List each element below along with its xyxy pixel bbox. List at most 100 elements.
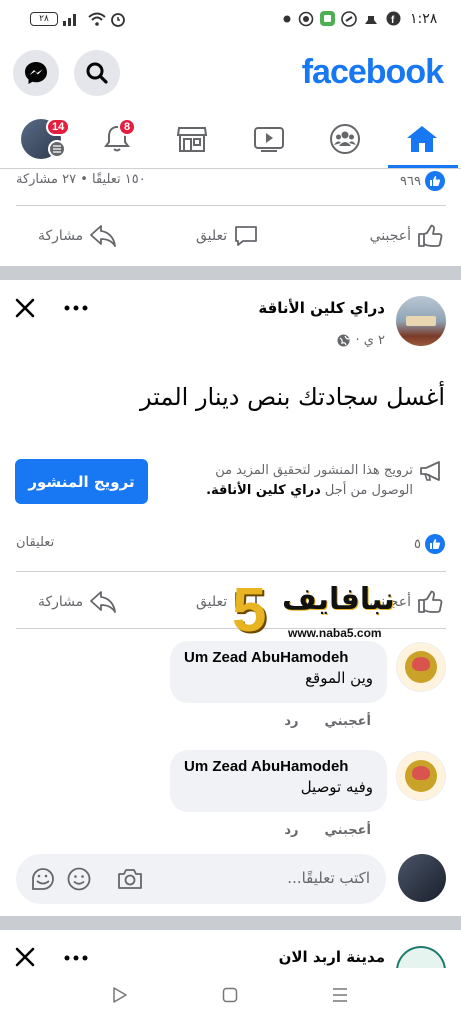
post-meta[interactable]: ٢ ي · [337, 333, 385, 348]
tab-menu[interactable]: 14 [6, 110, 76, 168]
share-icon [89, 224, 117, 248]
menu-icon [48, 140, 66, 158]
prev-like-button[interactable]: أعجبني [370, 224, 443, 248]
comment-bubble[interactable]: Um Zead AbuHamodeh وين الموقع [170, 641, 387, 703]
comment-icon [233, 224, 259, 248]
prev-post-divider [16, 205, 446, 206]
comment-reply-button[interactable]: رد [284, 714, 298, 729]
tab-home[interactable] [387, 110, 457, 168]
status-bar: ٢٨ f ١:٢٨ [0, 0, 461, 40]
comment-input-box[interactable]: اكتب تعليقًا... [16, 854, 386, 904]
prev-share-button[interactable]: مشاركة [38, 224, 117, 248]
prev-post-reactions[interactable]: ٩٦٩ [400, 171, 445, 191]
share-label: مشاركة [38, 228, 84, 244]
megaphone-icon [419, 460, 445, 482]
watermark-url: www.naba5.com [288, 626, 382, 640]
messenger-icon [23, 60, 49, 86]
signal-icon [62, 12, 78, 26]
comments-count[interactable]: تعليقان [16, 535, 54, 550]
next-post-author[interactable]: مدينة اربد الان [279, 948, 385, 968]
battery-icon: ٢٨ [30, 12, 58, 26]
promo-page-name: دراي كلين الأناقة. [206, 483, 321, 498]
tab-marketplace[interactable] [157, 110, 227, 168]
groups-icon [329, 123, 361, 155]
close-icon[interactable] [14, 297, 36, 319]
share-icon [89, 590, 117, 614]
battery-level: ٢٨ [39, 14, 49, 24]
like-reaction-icon [425, 534, 445, 554]
globe-icon [337, 334, 350, 347]
shazam-icon [341, 11, 357, 27]
prev-comment-button[interactable]: تعليق [196, 224, 259, 248]
comment-author[interactable]: Um Zead AbuHamodeh [184, 758, 373, 775]
emoji-icon[interactable] [67, 867, 91, 891]
reactions-count: ٥ [414, 536, 421, 552]
home-nav-icon[interactable] [222, 987, 238, 1003]
app-icon [319, 10, 336, 27]
home-icon [406, 124, 438, 154]
post-separator [0, 266, 461, 280]
recents-icon[interactable] [332, 987, 348, 1003]
menu-badge: 14 [46, 118, 71, 136]
post-author[interactable]: دراي كلين الأناقة [258, 299, 385, 317]
alarm-icon [110, 11, 126, 27]
record-icon [298, 11, 314, 27]
commenter-avatar[interactable] [396, 642, 446, 692]
comment-reply-button[interactable]: رد [284, 823, 298, 838]
more-options-icon[interactable] [64, 955, 88, 961]
comment-author[interactable]: Um Zead AbuHamodeh [184, 649, 373, 666]
like-reaction-icon [425, 171, 445, 191]
comment-text: وين الموقع [305, 669, 373, 687]
page-avatar[interactable] [396, 296, 446, 346]
notification-icon [364, 12, 378, 26]
comment-input[interactable]: اكتب تعليقًا... [287, 869, 370, 887]
messenger-button[interactable] [13, 50, 59, 96]
post-time: ٢ ي · [355, 333, 385, 348]
comment-like-button[interactable]: أعجبني [325, 823, 371, 838]
comment-actions: أعجبني رد [284, 714, 371, 729]
facebook-small-icon: f [386, 11, 401, 26]
share-label: مشاركة [38, 594, 84, 610]
tab-watch[interactable] [234, 110, 304, 168]
clock: ١:٢٨ [410, 11, 438, 27]
comment-actions: أعجبني رد [284, 823, 371, 838]
search-icon [85, 61, 109, 85]
stats-divider [16, 571, 446, 572]
commenter-avatar[interactable] [396, 751, 446, 801]
comment-like-button[interactable]: أعجبني [325, 714, 371, 729]
post-separator [0, 916, 461, 930]
post-text: أغسل سجادتك بنص دينار المتر [139, 383, 445, 411]
wifi-icon [88, 12, 106, 26]
like-label: أعجبني [369, 228, 411, 244]
current-user-avatar[interactable] [398, 854, 446, 902]
comment-bubble[interactable]: Um Zead AbuHamodeh وفيه توصيل [170, 750, 387, 812]
thumbs-up-icon [417, 224, 443, 248]
comment-label: تعليق [196, 228, 228, 244]
comment-text: وفيه توصيل [300, 778, 373, 796]
watermark-number: 5 [232, 576, 267, 645]
comment-label: تعليق [196, 594, 228, 610]
watermark-brand: نبافايف [282, 582, 395, 617]
share-button[interactable]: مشاركة [38, 590, 117, 614]
tab-notifications[interactable]: 8 [82, 110, 152, 168]
watermark-logo: 5 نبافايف www.naba5.com [232, 580, 428, 644]
marketplace-icon [176, 124, 208, 154]
video-icon [253, 125, 285, 153]
prev-post-stats[interactable]: ١٥٠ تعليقًا • ٢٧ مشاركة [16, 172, 146, 187]
search-button[interactable] [74, 50, 120, 96]
nav-divider [0, 168, 461, 169]
facebook-logo[interactable]: facebook [302, 53, 444, 92]
prev-reactions-count: ٩٦٩ [400, 173, 421, 189]
system-nav-bar [0, 968, 461, 1024]
close-icon[interactable] [14, 946, 36, 968]
sticker-icon[interactable] [30, 866, 56, 892]
camera-icon[interactable] [117, 867, 143, 891]
back-icon[interactable] [112, 987, 128, 1003]
more-options-icon[interactable] [64, 305, 88, 311]
promo-text: ترويج هذا المنشور لتحقيق المزيد من الوصو… [199, 461, 413, 501]
notifications-badge: 8 [118, 118, 137, 136]
post-reactions[interactable]: ٥ [414, 534, 445, 554]
boost-post-button[interactable]: ترويج المنشور [15, 459, 148, 504]
tab-groups[interactable] [310, 110, 380, 168]
dot-icon [283, 15, 291, 23]
